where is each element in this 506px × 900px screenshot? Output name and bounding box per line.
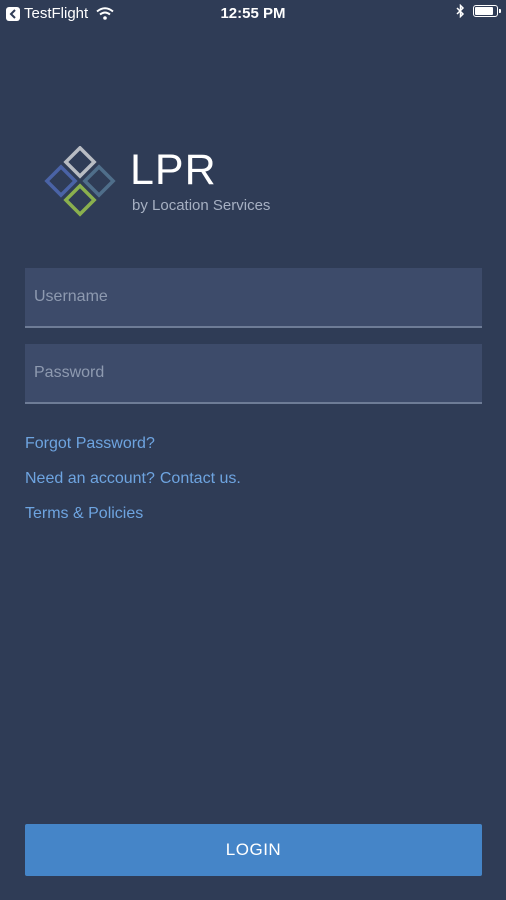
username-input[interactable] bbox=[25, 268, 482, 328]
status-time: 12:55 PM bbox=[220, 5, 286, 22]
login-button[interactable]: LOGIN bbox=[25, 824, 482, 876]
contact-us-link[interactable]: Contact us. bbox=[160, 468, 241, 503]
bluetooth-icon bbox=[456, 4, 465, 18]
forgot-password-link[interactable]: Forgot Password? bbox=[25, 433, 241, 468]
terms-policies-link[interactable]: Terms & Policies bbox=[25, 503, 241, 538]
password-input[interactable] bbox=[25, 344, 482, 404]
account-row: Need an account? Contact us. bbox=[25, 468, 241, 503]
need-account-link[interactable]: Need an account? bbox=[25, 468, 155, 503]
status-right bbox=[456, 4, 501, 18]
lpr-logo-mark-icon bbox=[44, 146, 116, 217]
logo-subtitle: by Location Services bbox=[132, 197, 271, 214]
logo-title: LPR bbox=[130, 146, 217, 194]
status-bar: TestFlight 12:55 PM bbox=[0, 0, 506, 28]
app-logo: LPR by Location Services bbox=[44, 146, 304, 226]
battery-icon bbox=[473, 5, 501, 17]
help-links: Forgot Password? Need an account? Contac… bbox=[25, 433, 241, 538]
